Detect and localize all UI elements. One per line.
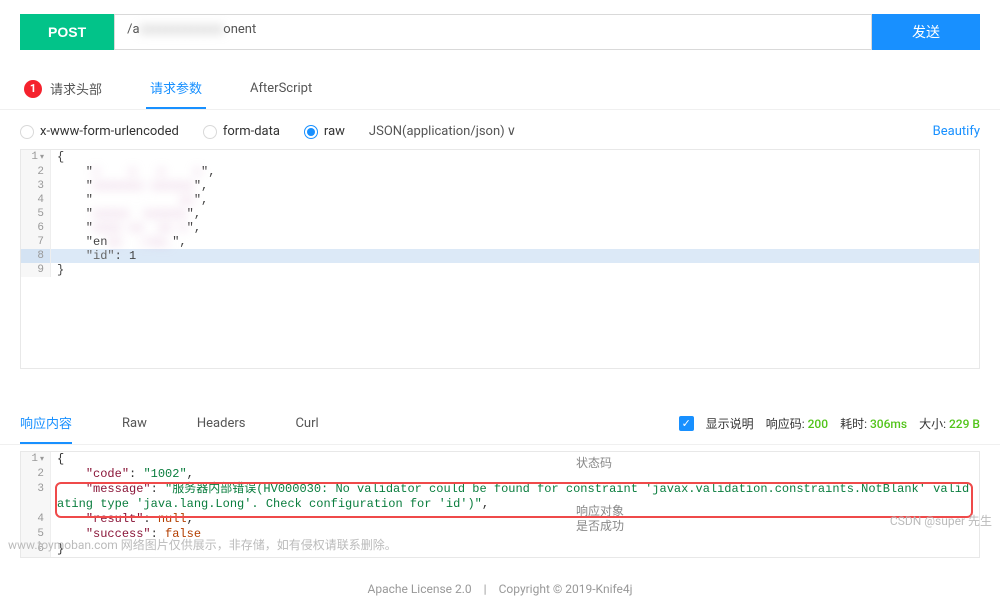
url-input[interactable]: /axxxxxxxxxxxxxonent — [114, 14, 872, 50]
tab-response-content[interactable]: 响应内容 — [20, 403, 72, 444]
http-method-button[interactable]: POST — [20, 14, 114, 50]
watermark-left: www.toymoban.com 网络图片仅供展示，非存储，如有侵权请联系删除。 — [8, 536, 397, 553]
footer: Apache License 2.0 | Copyright © 2019-Kn… — [0, 558, 1000, 604]
tab-response-raw[interactable]: Raw — [122, 406, 147, 441]
annotation-status: 状态码 — [576, 454, 612, 471]
request-body-editor[interactable]: 1{2 "c x x x",3 "xxxxxxx xxxxxx",4 " xx"… — [20, 149, 980, 369]
url-prefix: /a — [127, 22, 139, 37]
tab-response-headers[interactable]: Headers — [197, 406, 246, 441]
radio-icon — [203, 125, 217, 139]
tab-after-script[interactable]: AfterScript — [246, 68, 316, 109]
radio-raw[interactable]: raw — [304, 124, 345, 139]
url-suffix: onent — [223, 22, 256, 37]
beautify-link[interactable]: Beautify — [933, 124, 980, 139]
radio-urlencoded[interactable]: x-www-form-urlencoded — [20, 124, 179, 139]
tab-response-curl[interactable]: Curl — [295, 406, 318, 441]
checkbox-show-desc[interactable]: ✓ — [679, 416, 694, 431]
headers-badge: 1 — [24, 80, 42, 98]
radio-form-data[interactable]: form-data — [203, 124, 280, 139]
radio-icon — [304, 125, 318, 139]
time-label: 耗时: 306ms — [840, 415, 907, 432]
send-button[interactable]: 发送 — [872, 14, 980, 50]
tab-request-headers[interactable]: 1 请求头部 — [20, 68, 106, 109]
annotation-success: 是否成功 — [576, 517, 624, 534]
radio-icon — [20, 125, 34, 139]
status-label: 响应码: 200 — [766, 415, 828, 432]
content-type-dropdown[interactable]: JSON(application/json)∨ — [369, 124, 516, 139]
size-label: 大小: 229 B — [919, 415, 980, 432]
chevron-down-icon: ∨ — [507, 124, 517, 139]
show-desc-label: 显示说明 — [706, 415, 754, 432]
watermark-right: CSDN @super 先生 — [890, 512, 992, 529]
url-blurred: xxxxxxxxxxxxx — [140, 22, 224, 37]
tab-request-params[interactable]: 请求参数 — [146, 68, 206, 109]
